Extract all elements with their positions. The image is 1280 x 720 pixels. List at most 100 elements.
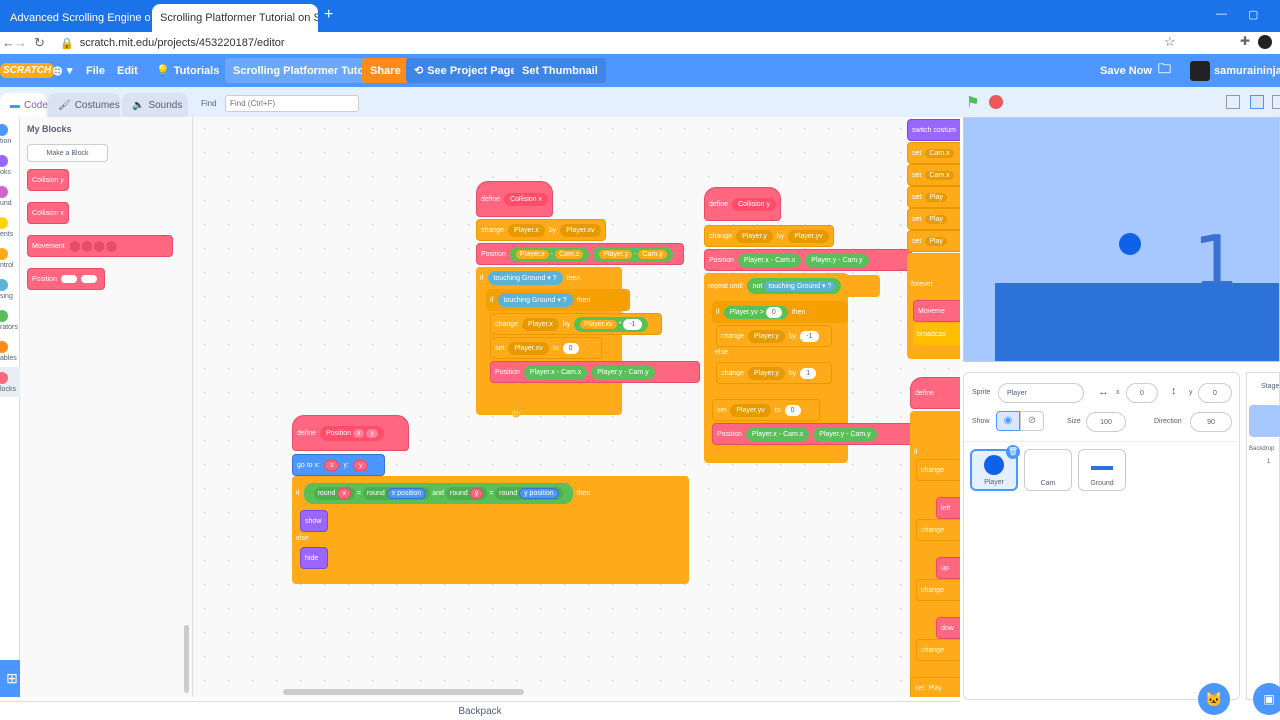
change-block-d[interactable]: change [916,639,960,661]
palette-scrollbar[interactable] [184,625,189,693]
category-motion-dot[interactable] [0,124,8,136]
sprite-thumb-ground[interactable]: Ground [1078,449,1126,491]
key-left-block[interactable]: left [936,497,960,519]
palette-block-position[interactable]: Position [27,268,105,290]
define-movement-block[interactable]: define [910,377,960,409]
ground-sprite[interactable] [995,283,1279,361]
palette-block-collision-y[interactable]: Collision y [27,169,69,191]
position-call-block-3[interactable]: Position Player.x - Cam.x Player.y - Cam… [704,249,912,271]
key-down-block[interactable]: dow [936,617,960,639]
direction-input[interactable]: 90 [1190,412,1232,432]
choose-backdrop-button[interactable]: ▣ [1253,683,1280,715]
category-label[interactable]: ntrol [0,262,14,269]
tutorials-button[interactable]: 💡 Tutorials [156,54,219,87]
category-variables-dot[interactable] [0,341,8,353]
if-player-yv-block[interactable]: if Player.yv > 0 then [712,301,848,323]
category-label[interactable]: rators [0,324,18,331]
category-events-dot[interactable] [0,217,8,229]
broadcast-block[interactable]: broadcas [913,323,960,345]
category-sensing-dot[interactable] [0,279,8,291]
set-player-xv-block[interactable]: set Player.xv to 0 [490,337,602,359]
category-label[interactable]: oks [0,169,11,176]
small-stage-icon[interactable] [1226,95,1240,109]
share-button[interactable]: Share [362,54,409,87]
sprite-name-input[interactable]: Player [998,383,1084,403]
show-hidden-icon[interactable]: ⊘ [1020,411,1044,431]
fullscreen-icon[interactable] [1272,95,1280,109]
set-player-block-4[interactable]: set Play [910,677,960,697]
category-label[interactable]: locks [0,386,16,393]
see-project-page-button[interactable]: ⟲ See Project Page [406,54,525,87]
position-call-block-4[interactable]: Position Player.x - Cam.x Player.y - Cam… [712,423,918,445]
scratch-logo[interactable]: SCRATCH [0,54,55,87]
go-to-xy-block[interactable]: go to x: x y: y [292,454,385,476]
movement-call-block[interactable]: Moveme [913,300,960,322]
tab-sounds[interactable]: 🔈 Sounds [122,93,188,117]
stage-canvas[interactable]: 1 [963,117,1280,362]
new-tab-button[interactable]: + [324,6,333,24]
position-call-block[interactable]: Position Player.x - Cam.x Player.y - Cam… [476,243,684,265]
extensions-icon[interactable]: ✚ [1240,34,1250,48]
reload-icon[interactable]: ↻ [34,35,45,51]
switch-costume-block[interactable]: switch costum [907,119,960,141]
change-player-y-pos-block[interactable]: change Player.y by 1 [716,362,832,384]
category-operators-dot[interactable] [0,310,8,322]
browser-tab-2[interactable]: Scrolling Platformer Tutorial on S ✕ [152,4,318,32]
position-call-block-2[interactable]: Position Player.x - Cam.x Player.y - Cam… [490,361,700,383]
category-looks-dot[interactable] [0,155,8,167]
set-player-block-3[interactable]: set Play [907,230,960,252]
my-stuff-folder-icon[interactable]: 🗀 [1158,54,1171,87]
sprite-thumb-cam[interactable]: Cam [1024,449,1072,491]
delete-sprite-icon[interactable]: 🗑 [1006,445,1020,459]
change-player-y-block[interactable]: change Player.y by Player.yv [704,225,834,247]
file-menu[interactable]: File [86,54,105,87]
palette-block-movement[interactable]: Movement ⬢⬢⬢⬢ [27,235,173,257]
account-menu[interactable]: samuraininja360 [1190,54,1280,87]
change-player-x-neg-block[interactable]: change Player.x by Player.xv * -1 [490,313,662,335]
y-input[interactable]: 0 [1198,383,1232,403]
category-label[interactable]: tion [0,138,11,145]
set-player-block-2[interactable]: set Play [907,208,960,230]
show-block[interactable]: show [300,510,328,532]
save-now-button[interactable]: Save Now [1100,54,1152,87]
category-label[interactable]: und [0,200,12,207]
tab-code[interactable]: ▬ Code [0,93,48,117]
set-player-yv-block[interactable]: set Player.yv to 0 [712,399,820,421]
tab-costumes[interactable]: 🖌 Costumes [48,93,120,117]
category-sound-dot[interactable] [0,186,8,198]
define-collision-y-block[interactable]: define Collision y [704,187,781,221]
make-a-block-button[interactable]: Make a Block [27,144,108,162]
category-label[interactable]: ents [0,231,13,238]
show-visible-icon[interactable]: ◉ [996,411,1020,431]
change-block-b[interactable]: change [916,519,960,541]
language-menu[interactable]: ⊕ ▾ [52,54,72,87]
workspace-h-scrollbar[interactable] [283,689,524,695]
set-cam-x-block[interactable]: set Cam.x [907,142,960,164]
url-bar[interactable]: 🔒 scratch.mit.edu/projects/453220187/edi… [60,33,1180,53]
code-workspace[interactable]: define Collision x change Player.x by Player… [193,117,960,697]
hide-block[interactable]: hide [300,547,328,569]
stage-selector-panel[interactable]: Stage Backdrop 1 ▣ [1246,372,1280,715]
stage-thumbnail[interactable] [1249,405,1280,437]
normal-stage-icon[interactable] [1250,95,1264,109]
category-control-dot[interactable] [0,248,8,260]
minimize-icon[interactable]: — [1216,8,1227,20]
category-label[interactable]: sing [0,293,13,300]
profile-avatar[interactable] [1258,35,1272,49]
player-sprite[interactable] [1119,233,1141,255]
browser-tab-1[interactable]: Advanced Scrolling Engine on Sc ✕ [2,4,150,32]
category-label[interactable]: ables [0,355,17,362]
edit-menu[interactable]: Edit [117,54,138,87]
size-input[interactable]: 100 [1086,412,1126,432]
maximize-icon[interactable]: ▢ [1248,8,1258,21]
set-thumbnail-button[interactable]: Set Thumbnail [514,54,606,87]
set-cam-x-block-2[interactable]: set Cam.x [907,164,960,186]
nested-if-touching-block[interactable]: if touching Ground ▾ ? then [486,289,630,311]
palette-block-collision-x[interactable]: Collision x [27,202,69,224]
x-input[interactable]: 0 [1126,383,1158,403]
green-flag-icon[interactable]: ⚑ [966,93,979,111]
backpack-bar[interactable]: Backpack [0,701,960,720]
forward-icon[interactable]: → [14,35,27,50]
define-collision-x-block[interactable]: define Collision x [476,181,553,217]
set-player-block[interactable]: set Play [907,186,960,208]
